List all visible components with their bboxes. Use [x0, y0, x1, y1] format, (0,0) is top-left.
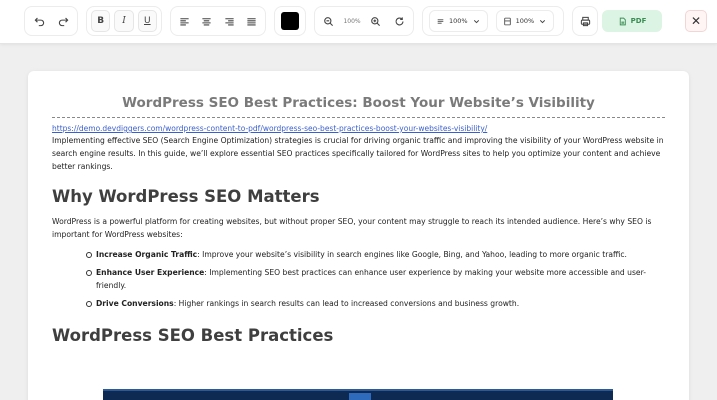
list-item-text: : Improve your website’s visibility in s… [197, 250, 627, 259]
benefits-list: Increase Organic Traffic: Improve your w… [86, 248, 665, 310]
article-image [103, 389, 613, 400]
list-item-term: Drive Conversions [96, 299, 174, 308]
align-right-icon [225, 17, 234, 25]
image-detail [349, 393, 371, 400]
section-heading-why-seo: Why WordPress SEO Matters [52, 187, 320, 206]
align-justify-icon [247, 17, 256, 25]
text-color-swatch[interactable] [281, 12, 299, 30]
pdf-button-label: PDF [630, 17, 647, 25]
page-scale-value: 100% [515, 17, 535, 25]
print-icon [580, 16, 590, 26]
zoom-in-button[interactable] [365, 10, 385, 32]
zoom-in-icon [370, 16, 380, 26]
line-height-value: 100% [449, 17, 468, 25]
list-item-term: Increase Organic Traffic [96, 250, 198, 259]
close-icon: ✕ [690, 14, 702, 28]
intro-paragraph: Implementing effective SEO (Search Engin… [52, 136, 664, 171]
redo-button[interactable] [53, 10, 73, 32]
line-height-icon [437, 18, 444, 24]
file-icon [619, 17, 626, 25]
align-left-icon [180, 17, 189, 25]
redo-icon [58, 17, 68, 26]
layout-group: 100% 100% [422, 6, 564, 36]
line-height-select[interactable]: 100% [429, 10, 488, 32]
document-page: WordPress SEO Best Practices: Boost Your… [28, 71, 689, 400]
download-pdf-button[interactable]: PDF [602, 10, 662, 32]
chevron-down-icon [540, 19, 546, 23]
history-group [24, 6, 78, 36]
list-item: Increase Organic Traffic: Improve your w… [86, 248, 665, 261]
color-group [274, 6, 306, 36]
chevron-down-icon [473, 19, 479, 23]
list-item: Drive Conversions: Higher rankings in se… [86, 297, 665, 310]
source-url-link[interactable]: https://demo.devdiggers.com/wordpress-co… [52, 124, 665, 134]
align-justify-button[interactable] [243, 10, 262, 32]
zoom-level: 100% [343, 17, 361, 25]
zoom-out-icon [324, 16, 334, 26]
page-icon [503, 17, 511, 25]
underline-button[interactable]: U [137, 10, 157, 32]
undo-button[interactable] [29, 10, 49, 32]
undo-icon [34, 17, 44, 26]
text-format-group: B I U [86, 6, 162, 36]
zoom-group: 100% [314, 6, 414, 36]
alignment-group [170, 6, 266, 36]
print-button[interactable] [574, 10, 596, 32]
reset-icon [395, 16, 404, 25]
list-item-term: Enhance User Experience [96, 268, 205, 277]
bold-button[interactable]: B [91, 10, 111, 32]
list-item-text: : Higher rankings in search results can … [173, 299, 520, 308]
align-center-icon [202, 17, 211, 25]
align-center-button[interactable] [198, 10, 217, 32]
print-group [572, 6, 598, 36]
list-item: Enhance User Experience: Implementing SE… [86, 266, 665, 292]
align-right-button[interactable] [220, 10, 239, 32]
editor-toolbar: B I U 100% 100% 100% PDF ✕ [0, 0, 717, 44]
italic-button[interactable]: I [114, 10, 134, 32]
reset-zoom-button[interactable] [389, 10, 409, 32]
close-button[interactable]: ✕ [685, 10, 707, 32]
align-left-button[interactable] [175, 10, 194, 32]
zoom-out-button[interactable] [319, 10, 339, 32]
section-heading-best-practices: WordPress SEO Best Practices [52, 326, 334, 345]
document-title: WordPress SEO Best Practices: Boost Your… [52, 95, 665, 118]
section-paragraph: WordPress is a powerful platform for cre… [52, 217, 652, 239]
page-scale-select[interactable]: 100% [495, 10, 555, 32]
